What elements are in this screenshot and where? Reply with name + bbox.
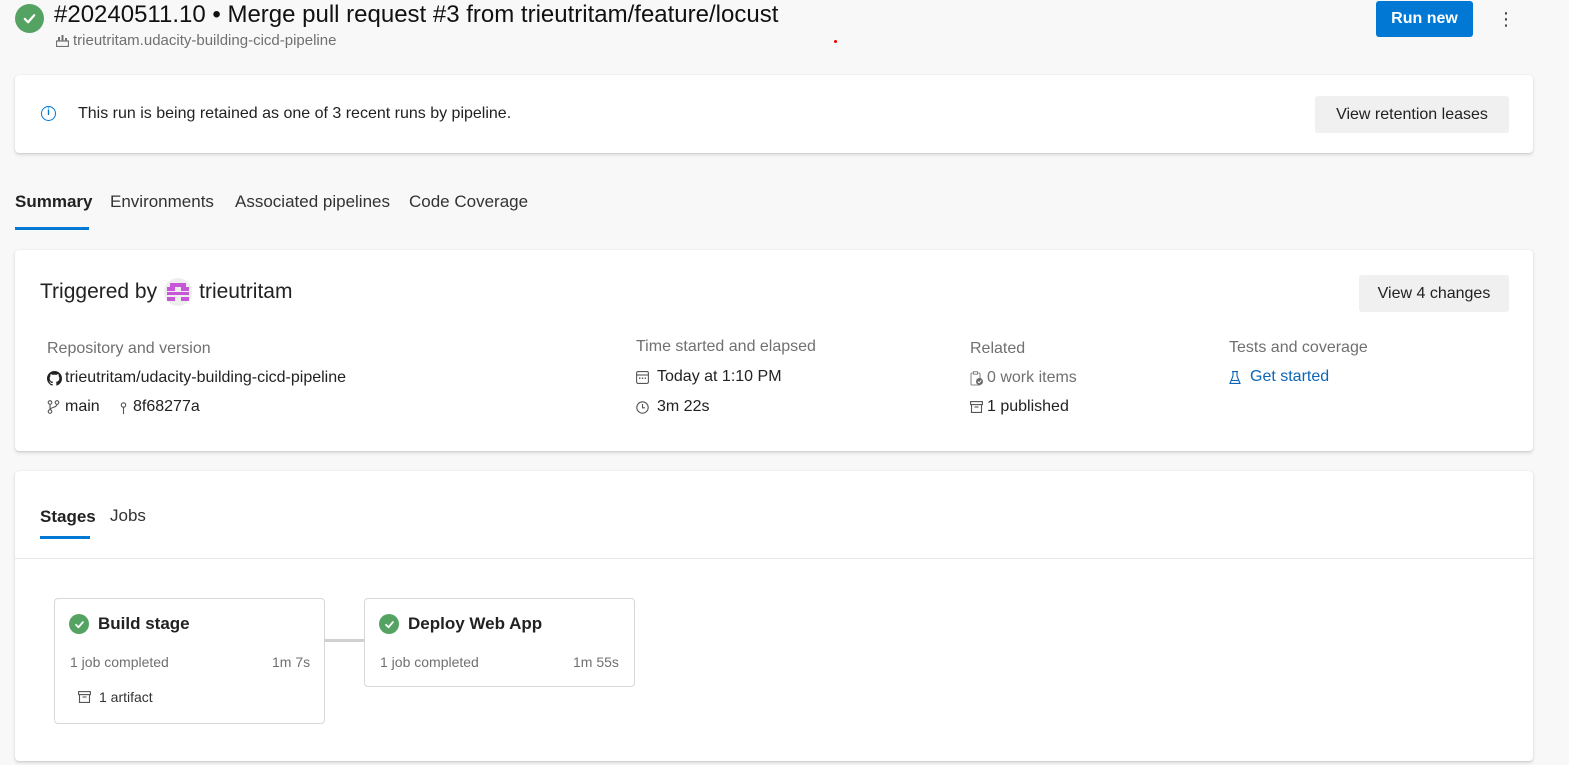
tab-jobs[interactable]: Jobs: [110, 506, 146, 526]
run-new-button[interactable]: Run new: [1376, 1, 1473, 37]
triggered-by: Triggered by trieutritam: [40, 278, 292, 306]
view-changes-button[interactable]: View 4 changes: [1359, 275, 1509, 312]
tab-stages[interactable]: Stages: [40, 507, 96, 527]
run-status-succeeded-icon: [15, 4, 44, 33]
branch-icon: [47, 400, 60, 414]
github-icon: [47, 370, 62, 386]
info-icon: i: [41, 106, 56, 121]
stage-title-build: Build stage: [69, 614, 190, 634]
published-artifacts[interactable]: 1 published: [970, 398, 1069, 416]
time-started-value: Today at 1:10 PM: [657, 368, 782, 385]
stage-duration: 1m 7s: [272, 654, 311, 670]
pipeline-link[interactable]: trieutritam.udacity-building-cicd-pipeli…: [56, 32, 336, 49]
commit-hash: 8f68277a: [133, 398, 200, 415]
repository-name: trieutritam/udacity-building-cicd-pipeli…: [65, 369, 347, 386]
marker-dot: [834, 40, 837, 43]
tab-summary[interactable]: Summary: [15, 192, 92, 212]
time-elapsed: 3m 22s: [636, 398, 709, 416]
stage-name: Deploy Web App: [408, 614, 543, 633]
stage-card-deploy[interactable]: [364, 598, 635, 687]
flask-icon: [1229, 370, 1241, 384]
stage-title-deploy: Deploy Web App: [379, 614, 542, 634]
related-label: Related: [970, 340, 1026, 357]
commit-link[interactable]: 8f68277a: [119, 398, 200, 416]
tests-get-started-link[interactable]: Get started: [1229, 368, 1329, 386]
branch-name: main: [65, 398, 100, 415]
repository-label: Repository and version: [47, 340, 211, 357]
run-title: #20240511.10 • Merge pull request #3 fro…: [54, 1, 779, 28]
time-elapsed-value: 3m 22s: [657, 398, 710, 415]
triggered-by-user[interactable]: trieutritam: [199, 280, 292, 304]
stage-artifacts-link[interactable]: 1 artifact: [78, 689, 153, 705]
pipeline-name: trieutritam.udacity-building-cicd-pipeli…: [73, 32, 337, 49]
stages-divider: [15, 558, 1533, 559]
retention-message: This run is being retained as one of 3 r…: [78, 105, 512, 122]
calendar-icon: [636, 370, 649, 384]
artifact-icon: [78, 691, 91, 703]
pipeline-icon: [56, 34, 69, 47]
branch-link[interactable]: main: [47, 398, 100, 416]
stage-jobs: 1 job completed: [380, 654, 479, 670]
repository-link[interactable]: trieutritam/udacity-building-cicd-pipeli…: [47, 369, 346, 387]
time-started: Today at 1:10 PM: [636, 368, 782, 386]
stage-name: Build stage: [98, 614, 190, 633]
artifact-icon: [970, 401, 983, 413]
stage-duration: 1m 55s: [573, 654, 619, 670]
stage-jobs: 1 job completed: [70, 654, 169, 670]
tab-environments[interactable]: Environments: [110, 192, 214, 212]
triggered-by-label: Triggered by: [40, 280, 158, 303]
stage-succeeded-icon: [69, 614, 89, 634]
work-items-count: 0 work items: [987, 369, 1077, 386]
artifact-count: 1 artifact: [99, 689, 153, 705]
get-started-label: Get started: [1250, 368, 1330, 385]
avatar[interactable]: [164, 278, 193, 306]
stage-connector: [324, 639, 365, 642]
tab-code-coverage[interactable]: Code Coverage: [409, 192, 528, 212]
tests-label: Tests and coverage: [1229, 339, 1368, 356]
stage-succeeded-icon: [379, 614, 399, 634]
more-actions-icon[interactable]: ⋮: [1496, 6, 1516, 32]
commit-icon: [119, 400, 128, 414]
time-label: Time started and elapsed: [636, 338, 816, 355]
view-retention-leases-button[interactable]: View retention leases: [1315, 96, 1509, 133]
published-count: 1 published: [987, 398, 1069, 415]
work-items[interactable]: 0 work items: [970, 369, 1077, 387]
tab-summary-underline: [15, 227, 89, 230]
tab-associated-pipelines[interactable]: Associated pipelines: [235, 192, 390, 212]
work-item-icon: [970, 370, 984, 386]
tab-stages-underline: [40, 536, 90, 539]
clock-icon: [636, 400, 649, 414]
